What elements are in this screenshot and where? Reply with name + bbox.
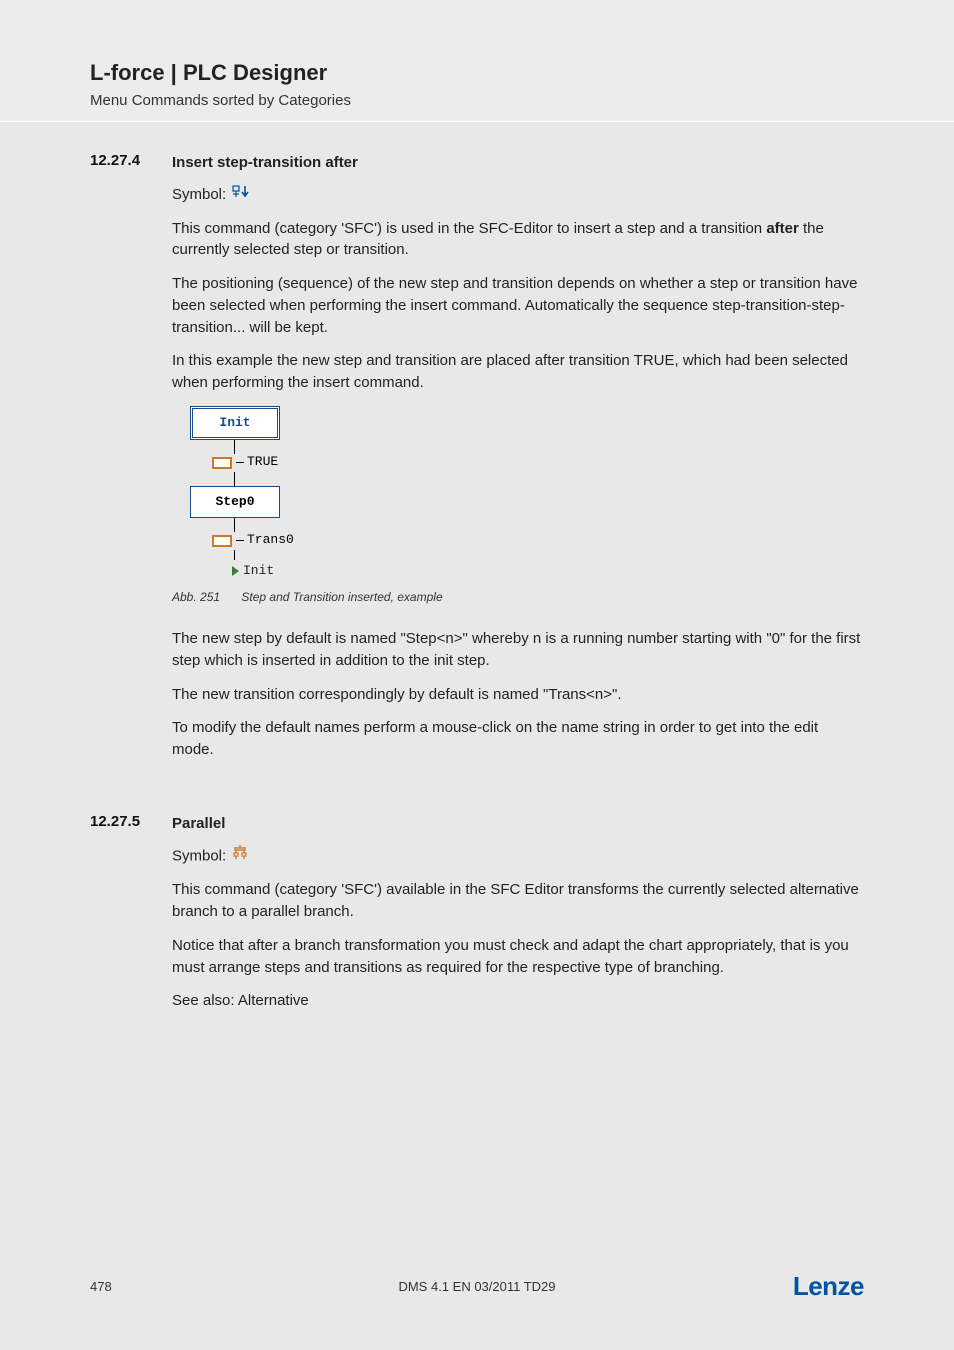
doc-subtitle: Menu Commands sorted by Categories	[90, 92, 864, 109]
paragraph: In this example the new step and transit…	[172, 350, 864, 394]
paragraph: See also: Alternative	[172, 990, 864, 1012]
paragraph: The new step by default is named "Step<n…	[172, 628, 864, 672]
section-heading: Parallel	[172, 813, 864, 835]
section-body: Insert step-transition after Symbol: Thi…	[172, 152, 864, 773]
section-parallel: 12.27.5 Parallel Symbol:	[90, 813, 864, 1024]
paragraph: This command (category 'SFC') available …	[172, 879, 864, 923]
transition-box-icon	[212, 535, 232, 547]
insert-step-transition-after-icon	[232, 184, 252, 206]
symbol-line: Symbol:	[172, 845, 864, 868]
sfc-transition-trans0: Trans0	[212, 532, 332, 550]
paragraph-text: This command (category 'SFC') is used in…	[172, 220, 824, 259]
section-number: 12.27.4	[90, 152, 172, 773]
footer-doc-id: DMS 4.1 EN 03/2011 TD29	[90, 1279, 864, 1294]
page-header: L-force | PLC Designer Menu Commands sor…	[0, 0, 954, 122]
page-footer: 478 DMS 4.1 EN 03/2011 TD29 Lenze	[90, 1271, 864, 1302]
figure-number: Abb. 251	[172, 590, 220, 604]
document-page: L-force | PLC Designer Menu Commands sor…	[0, 0, 954, 1350]
paragraph: Notice that after a branch transformatio…	[172, 935, 864, 979]
section-body: Parallel Symbol:	[172, 813, 864, 1024]
transition-label: TRUE	[247, 453, 278, 472]
paragraph: The new transition correspondingly by de…	[172, 684, 864, 706]
paragraph: The positioning (sequence) of the new st…	[172, 273, 864, 338]
parallel-branch-icon	[232, 845, 248, 868]
symbol-label: Symbol:	[172, 847, 226, 864]
symbol-line: Symbol:	[172, 184, 864, 206]
figure-caption: Abb. 251 Step and Transition inserted, e…	[172, 589, 864, 606]
sfc-init-step: Init	[190, 406, 280, 440]
sfc-transition-true: TRUE	[212, 454, 332, 472]
symbol-label: Symbol:	[172, 186, 226, 203]
figure-caption-text: Step and Transition inserted, example	[241, 590, 442, 604]
page-number: 478	[90, 1279, 112, 1294]
doc-title: L-force | PLC Designer	[90, 60, 864, 86]
sfc-jump: Init	[232, 562, 332, 581]
lenze-logo: Lenze	[793, 1271, 864, 1302]
paragraph: This command (category 'SFC') is used in…	[172, 218, 864, 262]
section-number: 12.27.5	[90, 813, 172, 1024]
jump-triangle-icon	[232, 566, 239, 576]
section-heading: Insert step-transition after	[172, 152, 864, 174]
transition-label: Trans0	[247, 531, 294, 550]
transition-box-icon	[212, 457, 232, 469]
jump-label: Init	[243, 562, 274, 581]
sfc-diagram: Init TRUE Step0 Trans0 Ini	[172, 406, 332, 581]
paragraph: To modify the default names perform a mo…	[172, 717, 864, 761]
section-insert-step-transition-after: 12.27.4 Insert step-transition after Sym…	[90, 152, 864, 773]
sfc-step0: Step0	[190, 486, 280, 518]
